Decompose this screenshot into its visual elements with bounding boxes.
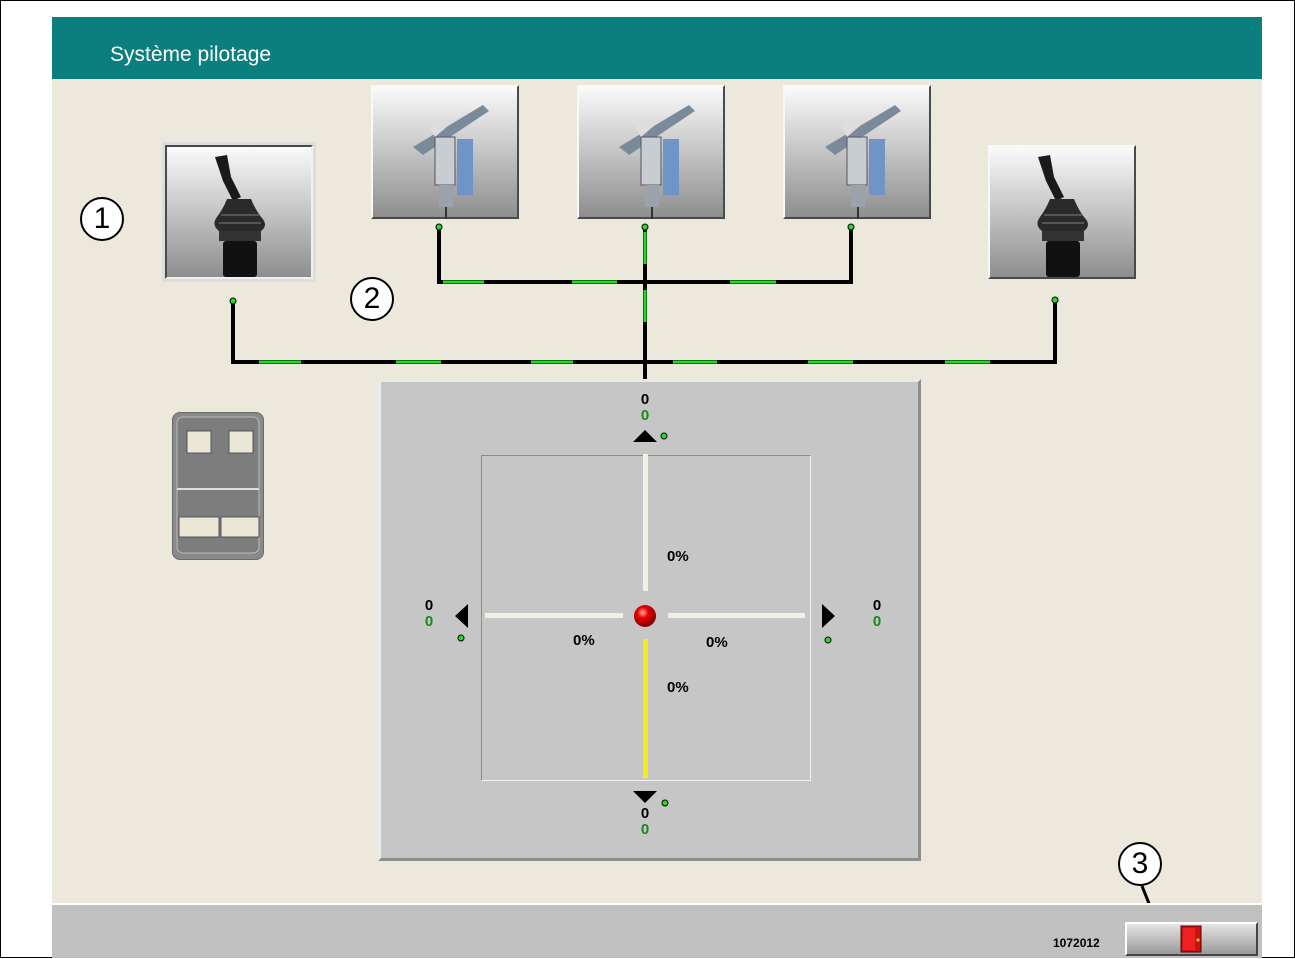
callout-2: 2 — [350, 277, 394, 321]
valve-icon — [825, 105, 901, 219]
valve-icon — [619, 105, 695, 219]
down-arrow-icon — [633, 791, 657, 803]
valve-icon — [413, 105, 489, 219]
joystick-icon — [1037, 155, 1088, 277]
valve-3-button[interactable] — [783, 85, 931, 219]
serial-number: 1072012 — [1053, 936, 1100, 950]
exit-button[interactable] — [1125, 922, 1258, 956]
joystick-position-panel: 00 00 00 00 0% 0% 0% 0% — [378, 379, 921, 861]
joystick-icon — [214, 155, 265, 277]
right-arrow-icon — [822, 604, 835, 628]
control-pad[interactable] — [172, 412, 264, 560]
exit-door-icon — [1180, 925, 1202, 953]
right-joystick-button[interactable] — [988, 145, 1136, 279]
valve-2-button[interactable] — [577, 85, 725, 219]
callout-3: 3 — [1118, 842, 1162, 886]
control-pad-icon — [176, 416, 260, 554]
axis-graphic — [455, 430, 835, 807]
up-value: 00 — [640, 391, 650, 424]
left-percent: 0% — [573, 632, 595, 649]
up-arrow-icon — [633, 430, 657, 442]
down-value: 00 — [640, 805, 650, 838]
callout-1: 1 — [80, 197, 124, 241]
left-arrow-icon — [455, 604, 468, 628]
left-value: 00 — [424, 597, 434, 630]
right-value: 00 — [872, 597, 882, 630]
right-percent: 0% — [706, 634, 728, 651]
up-percent: 0% — [667, 548, 689, 565]
down-percent: 0% — [667, 679, 689, 696]
valve-1-button[interactable] — [371, 85, 519, 219]
left-joystick-button[interactable] — [162, 142, 316, 282]
